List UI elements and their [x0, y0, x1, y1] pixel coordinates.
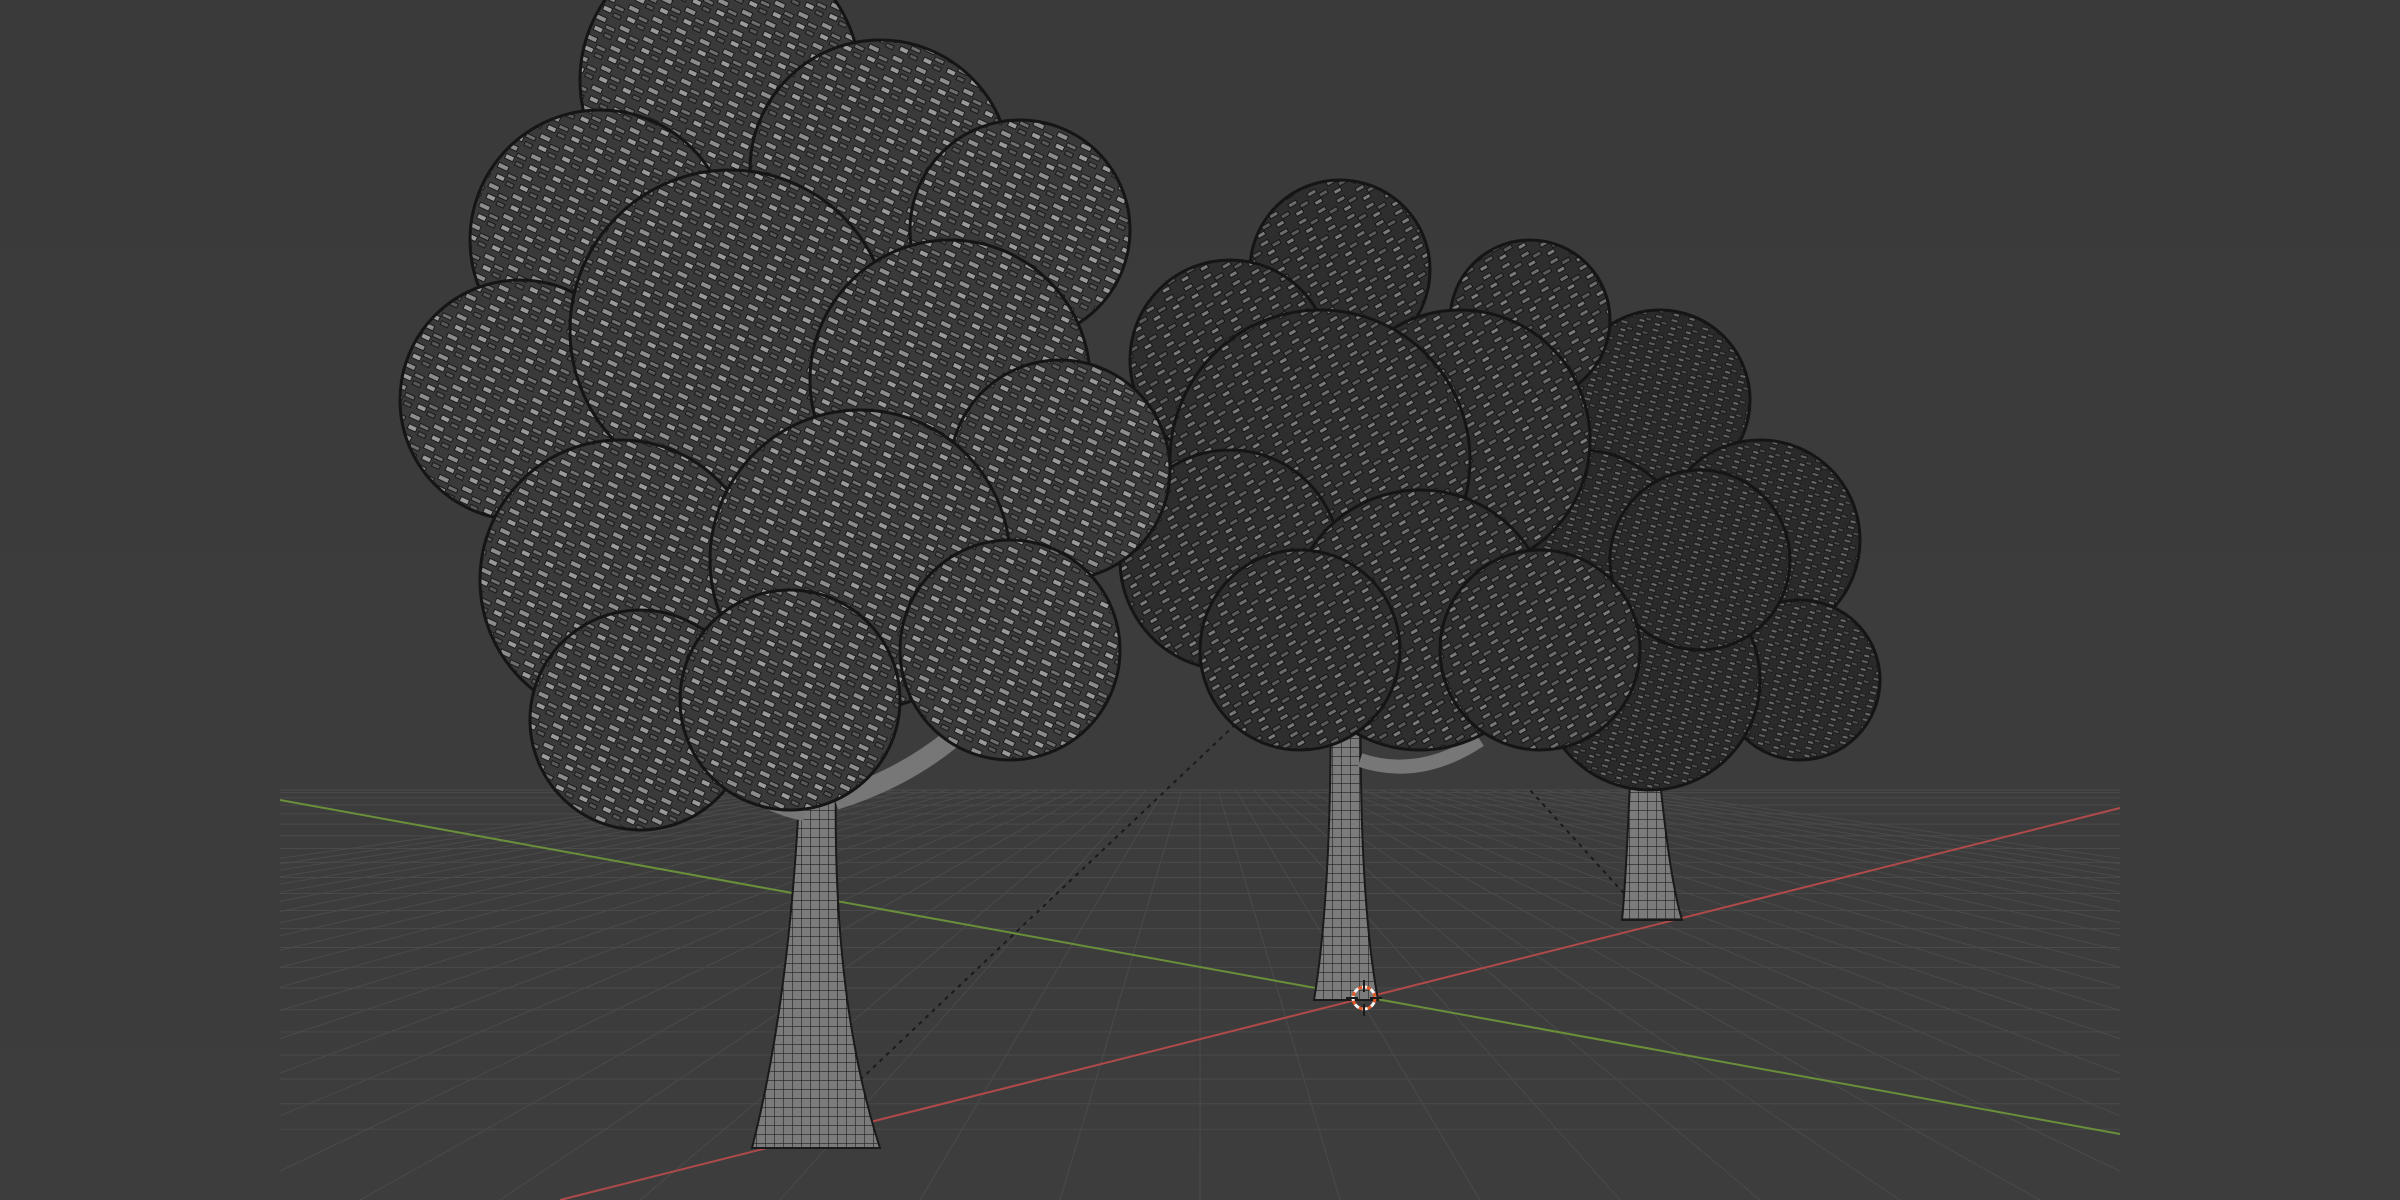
3d-viewport[interactable] [0, 0, 2400, 1200]
tree-left[interactable] [398, 0, 1172, 1149]
viewport-scene[interactable] [0, 0, 2400, 1200]
relationship-lines [859, 719, 1631, 1081]
floor-grid [280, 789, 2120, 1200]
